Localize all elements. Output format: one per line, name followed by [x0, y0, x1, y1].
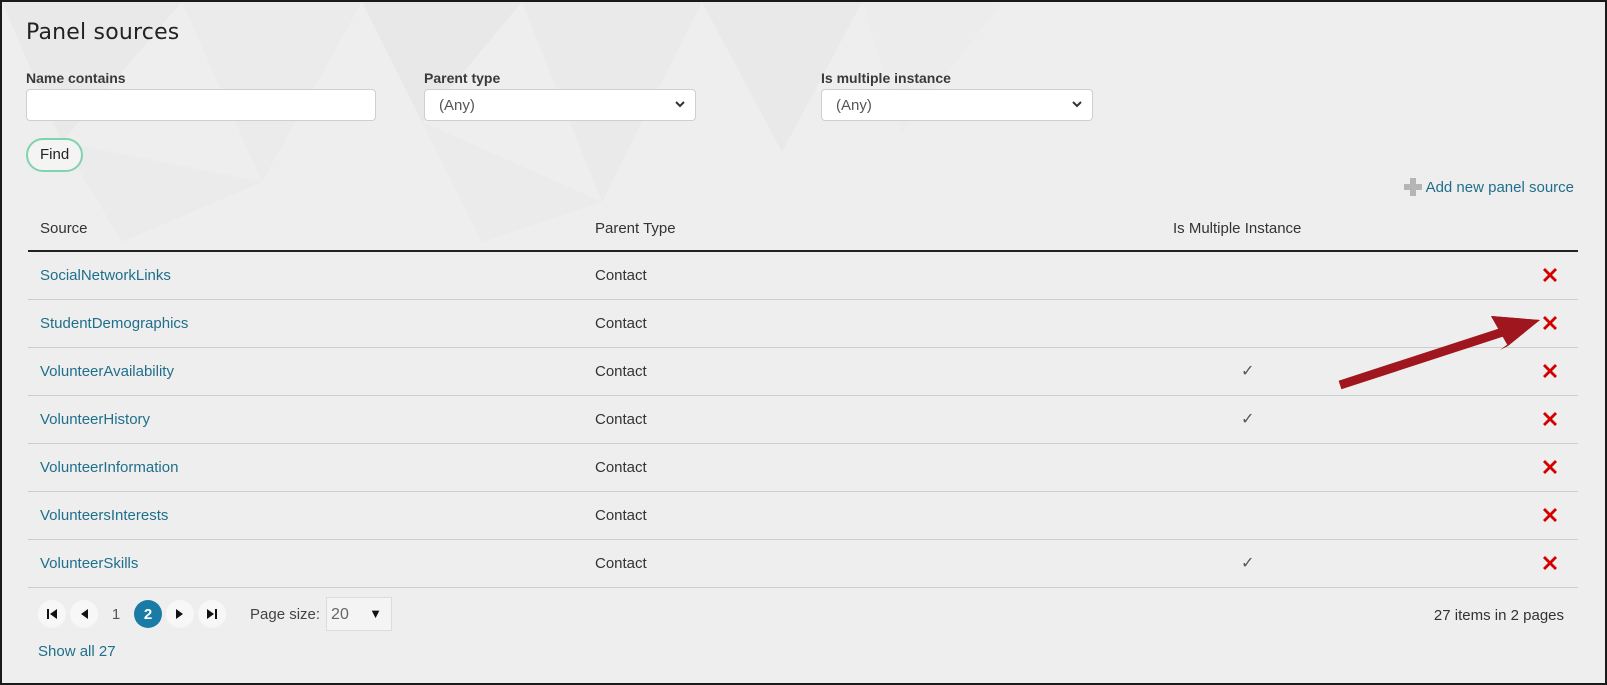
delete-button[interactable]: [1540, 265, 1560, 285]
source-link[interactable]: SocialNetworkLinks: [40, 267, 171, 284]
previous-page-icon: [81, 609, 88, 619]
parent-type-label: Parent type: [424, 70, 501, 86]
red-x-delete-icon: [1543, 316, 1557, 330]
next-page-icon: [176, 609, 183, 619]
first-page-icon: [47, 609, 57, 619]
plus-icon: [1403, 178, 1422, 196]
pagination-summary: 27 items in 2 pages: [1433, 607, 1564, 624]
source-link[interactable]: VolunteerSkills: [40, 555, 138, 572]
dropdown-triangle-icon: ▼: [369, 606, 383, 621]
parent-type-cell: Contact: [595, 363, 647, 380]
red-x-delete-icon: [1543, 460, 1557, 474]
is-multiple-instance-select[interactable]: (Any): [821, 89, 1093, 121]
delete-button[interactable]: [1540, 409, 1560, 429]
red-x-delete-icon: [1543, 412, 1557, 426]
parent-type-cell: Contact: [595, 459, 647, 476]
find-button[interactable]: Find: [26, 138, 84, 172]
red-x-delete-icon: [1543, 508, 1557, 522]
source-link[interactable]: StudentDemographics: [40, 315, 188, 332]
page-size-value: 20: [331, 606, 349, 623]
parent-type-select[interactable]: (Any): [424, 89, 696, 121]
table-row: VolunteerHistory Contact ✓: [28, 396, 1578, 444]
delete-button[interactable]: [1540, 457, 1560, 477]
name-contains-label: Name contains: [26, 70, 126, 86]
column-header-parent-type[interactable]: Parent Type: [595, 220, 676, 237]
parent-type-selected: (Any): [439, 97, 475, 114]
delete-button[interactable]: [1540, 553, 1560, 573]
column-header-is-multiple-instance[interactable]: Is Multiple Instance: [1173, 220, 1301, 237]
page-size-select[interactable]: 20 ▼: [326, 597, 393, 631]
show-all-link[interactable]: Show all 27: [38, 643, 116, 660]
previous-page-button[interactable]: [70, 600, 98, 628]
parent-type-cell: Contact: [595, 555, 647, 572]
parent-type-cell: Contact: [595, 507, 647, 524]
chevron-down-icon: [675, 101, 685, 108]
table-row: StudentDemographics Contact: [28, 300, 1578, 348]
last-page-button[interactable]: [198, 600, 226, 628]
multiple-instance-check-icon: ✓: [1241, 409, 1255, 428]
page-frame: Panel sources Name contains Parent type …: [0, 0, 1607, 685]
is-multiple-instance-label: Is multiple instance: [821, 70, 951, 86]
name-contains-input[interactable]: [26, 89, 376, 121]
source-link[interactable]: VolunteersInterests: [40, 507, 168, 524]
parent-type-cell: Contact: [595, 267, 647, 284]
page-size-label: Page size:: [250, 605, 321, 623]
table-row: VolunteerInformation Contact: [28, 444, 1578, 492]
panel-sources-table: Source Parent Type Is Multiple Instance …: [28, 208, 1578, 588]
is-multiple-instance-selected: (Any): [836, 97, 872, 114]
red-x-delete-icon: [1543, 556, 1557, 570]
table-row: SocialNetworkLinks Contact: [28, 252, 1578, 300]
next-page-button[interactable]: [166, 600, 194, 628]
page-2-button-current[interactable]: 2: [134, 600, 162, 628]
table-row: VolunteersInterests Contact: [28, 492, 1578, 540]
parent-type-cell: Contact: [595, 315, 647, 332]
multiple-instance-check-icon: ✓: [1241, 361, 1255, 380]
pagination: 1 2 Page size: 20 ▼: [38, 597, 393, 631]
page-title: Panel sources: [26, 20, 180, 45]
delete-button[interactable]: [1540, 313, 1560, 333]
parent-type-cell: Contact: [595, 411, 647, 428]
table-header: Source Parent Type Is Multiple Instance: [28, 208, 1578, 252]
table-row: VolunteerAvailability Contact ✓: [28, 348, 1578, 396]
source-link[interactable]: VolunteerInformation: [40, 459, 178, 476]
chevron-down-icon: [1072, 101, 1082, 108]
first-page-button[interactable]: [38, 600, 66, 628]
column-header-source[interactable]: Source: [40, 220, 88, 237]
last-page-icon: [207, 609, 217, 619]
multiple-instance-check-icon: ✓: [1241, 553, 1255, 572]
add-new-panel-source-label: Add new panel source: [1425, 178, 1574, 196]
delete-button[interactable]: [1540, 361, 1560, 381]
red-x-delete-icon: [1543, 364, 1557, 378]
add-new-panel-source-link[interactable]: Add new panel source: [1403, 178, 1574, 196]
source-link[interactable]: VolunteerHistory: [40, 411, 150, 428]
page-1-button[interactable]: 1: [102, 600, 130, 628]
red-x-delete-icon: [1543, 268, 1557, 282]
table-row: VolunteerSkills Contact ✓: [28, 540, 1578, 588]
delete-button[interactable]: [1540, 505, 1560, 525]
source-link[interactable]: VolunteerAvailability: [40, 363, 174, 380]
